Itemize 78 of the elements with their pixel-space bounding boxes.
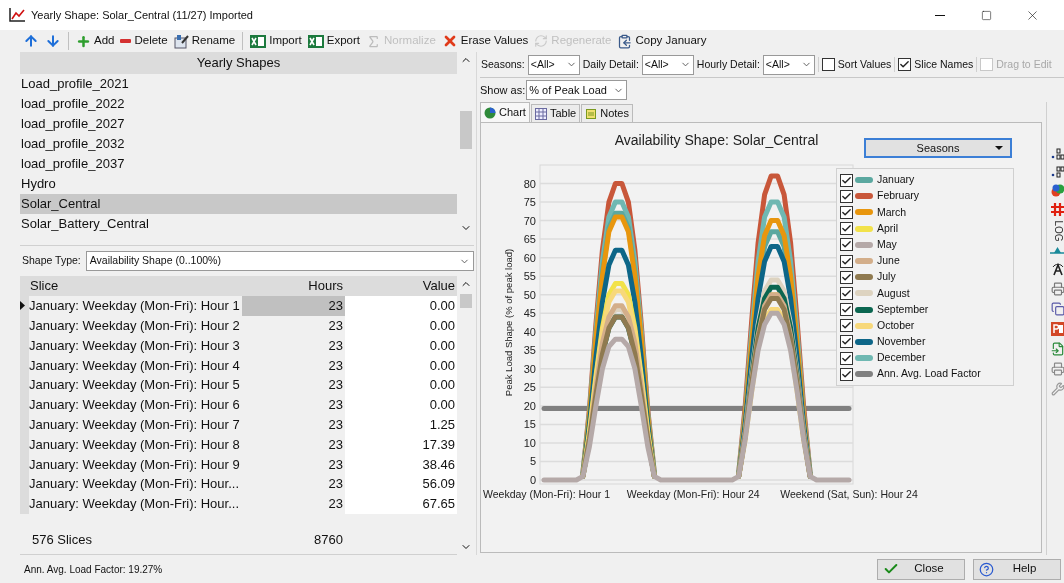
table-cell-text: January: Weekday (Mon-Fri): Hour 6 (29, 396, 241, 415)
x-tick-label: Weekend (Sat, Sun): Hour 24 (780, 488, 918, 500)
table-cell-text: 23 (327, 396, 344, 415)
table-cell-text: 23 (327, 336, 344, 355)
table-cell: 0.00 (345, 355, 457, 376)
table-cell: 17.39 (345, 434, 457, 455)
table-cell-text: 23 (327, 376, 344, 395)
filter-label: Daily Detail: (582, 56, 639, 72)
table-cell-text: 23 (327, 356, 344, 375)
list-header: Yearly Shapes (20, 52, 457, 74)
table-cell: 0.00 (345, 296, 457, 316)
table-cell: 1.25 (345, 414, 457, 435)
y-tick-label: 0 (529, 474, 536, 486)
chart-title: Availability Shape: Solar_Central (614, 132, 819, 148)
legend-label: January (877, 172, 915, 188)
legend-label: October (877, 317, 915, 333)
y-tick-label: 65 (523, 233, 536, 246)
table-cell: 0.00 (345, 315, 457, 336)
table-cell-text: January: Weekday (Mon-Fri): Hour 3 (29, 336, 241, 355)
y-tick-label: 25 (523, 381, 536, 394)
y-tick-label: 50 (523, 288, 536, 301)
y-tick-label: 5 (529, 455, 536, 468)
window-title: Yearly Shape: Solar_Central (11/27) Imported (31, 7, 253, 23)
filter-label: Seasons: (481, 56, 525, 72)
legend-label: November (877, 334, 926, 350)
table-cell-text: 23 (327, 475, 344, 494)
legend-label: March (877, 204, 907, 220)
y-tick-label: 35 (523, 344, 536, 357)
table-cell-text: 23 (327, 455, 344, 474)
legend-label: May (877, 236, 897, 252)
table-cell-text: January: Weekday (Mon-Fri): Hour 8 (29, 435, 241, 454)
table-cell: 0.00 (345, 375, 457, 395)
table-cell-text: 23 (327, 316, 344, 335)
table-cell: 56.09 (345, 474, 457, 494)
table-cell-text: January: Weekday (Mon-Fri): Hour 4 (29, 356, 241, 375)
legend-label: February (877, 188, 919, 204)
y-tick-label: 20 (523, 399, 536, 412)
table-cell-text: January: Weekday (Mon-Fri): Hour 2 (29, 316, 241, 335)
table-cell-text: January: Weekday (Mon-Fri): Hour 7 (29, 415, 241, 434)
y-tick-label: 10 (523, 436, 536, 449)
y-tick-label: 15 (523, 418, 536, 431)
y-axis-label: Peak Load Shape (% of peak load) (503, 248, 514, 397)
y-tick-label: 60 (523, 251, 536, 264)
table-cell: 0.00 (345, 395, 457, 415)
table-cell-text: January: Weekday (Mon-Fri): Hour 1 (29, 297, 241, 316)
legend-label: December (877, 350, 926, 366)
table-cell-text: January: Weekday (Mon-Fri): Hour 5 (29, 376, 241, 395)
shape-type-label: Shape Type: (22, 253, 81, 269)
table-cell: 67.65 (345, 493, 457, 514)
show-as-label: Show as: (480, 82, 526, 98)
table-cell-text: 23 (327, 415, 344, 434)
y-tick-label: 30 (523, 362, 536, 375)
filter-label: Hourly Detail: (696, 56, 760, 72)
y-tick-label: 75 (523, 196, 536, 209)
legend-label: June (877, 253, 900, 269)
y-tick-label: 55 (523, 270, 536, 283)
table-cell-text: 23 (327, 495, 344, 514)
y-tick-label: 45 (523, 307, 536, 320)
status-text: Ann. Avg. Load Factor: 19.27% (24, 562, 164, 577)
slice-count: 576 Slices (31, 530, 93, 549)
legend-label: September (877, 301, 929, 317)
table-cell: 0.00 (345, 335, 457, 356)
x-tick-label: Weekday (Mon-Fri): Hour 1 (483, 488, 610, 500)
x-tick-label: Weekday (Mon-Fri): Hour 24 (626, 488, 760, 500)
table-cell-text: January: Weekday (Mon-Fri): Hour 9 (29, 455, 241, 474)
legend-label: Ann. Avg. Load Factor (877, 366, 981, 382)
table-cell: 23 (242, 296, 345, 316)
table-cell-text: 23 (327, 435, 344, 454)
legend-label: April (877, 220, 898, 236)
table-cell-text: January: Weekday (Mon-Fri): Hour... (29, 475, 240, 494)
table-cell-text: January: Weekday (Mon-Fri): Hour... (29, 495, 240, 514)
legend-label: August (877, 285, 910, 301)
y-tick-label: 70 (523, 214, 536, 227)
legend-label: July (877, 269, 896, 285)
y-tick-label: 80 (523, 177, 536, 190)
table-cell: 38.46 (345, 454, 457, 475)
y-tick-label: 40 (523, 325, 536, 338)
total-hours: 8760 (313, 530, 344, 549)
